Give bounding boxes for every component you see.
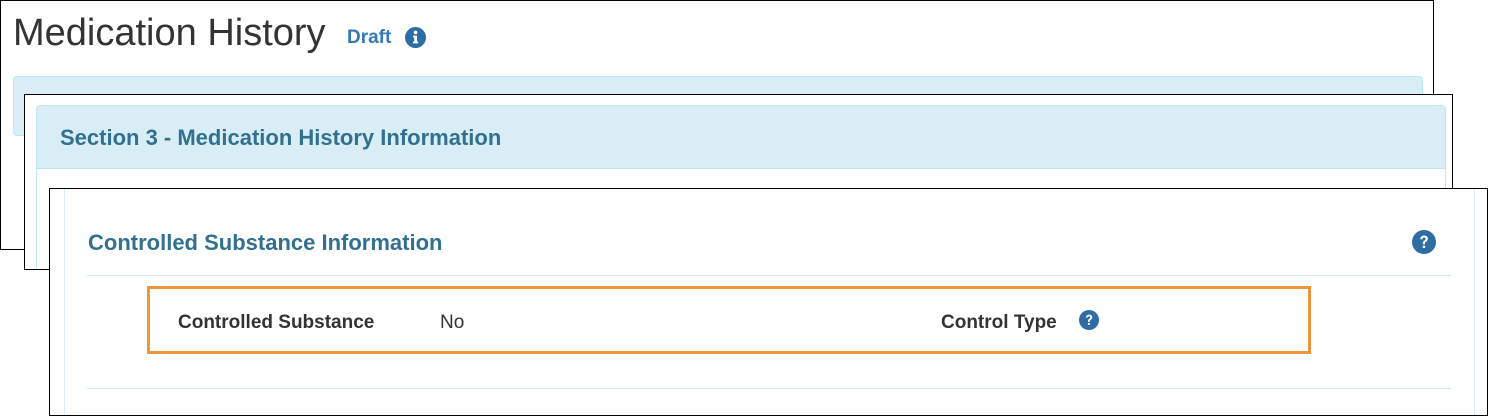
page-title: Medication History — [13, 12, 326, 54]
control-type-label: Control Type — [941, 312, 1057, 333]
info-icon[interactable] — [405, 27, 426, 48]
status-label: Draft — [347, 27, 392, 48]
section-heading: Section 3 - Medication History Informati… — [36, 105, 1446, 169]
question-circle-icon[interactable] — [1412, 230, 1436, 254]
divider — [87, 388, 1451, 389]
controlled-substance-value: No — [440, 312, 465, 333]
controlled-substance-panel: Controlled Substance Information Control… — [49, 188, 1488, 416]
section-heading-text: Section 3 - Medication History Informati… — [60, 125, 502, 150]
question-circle-icon[interactable] — [1079, 310, 1099, 330]
divider — [87, 275, 1451, 276]
controlled-substance-label: Controlled Substance — [178, 312, 375, 333]
controlled-substance-title: Controlled Substance Information — [88, 230, 443, 255]
